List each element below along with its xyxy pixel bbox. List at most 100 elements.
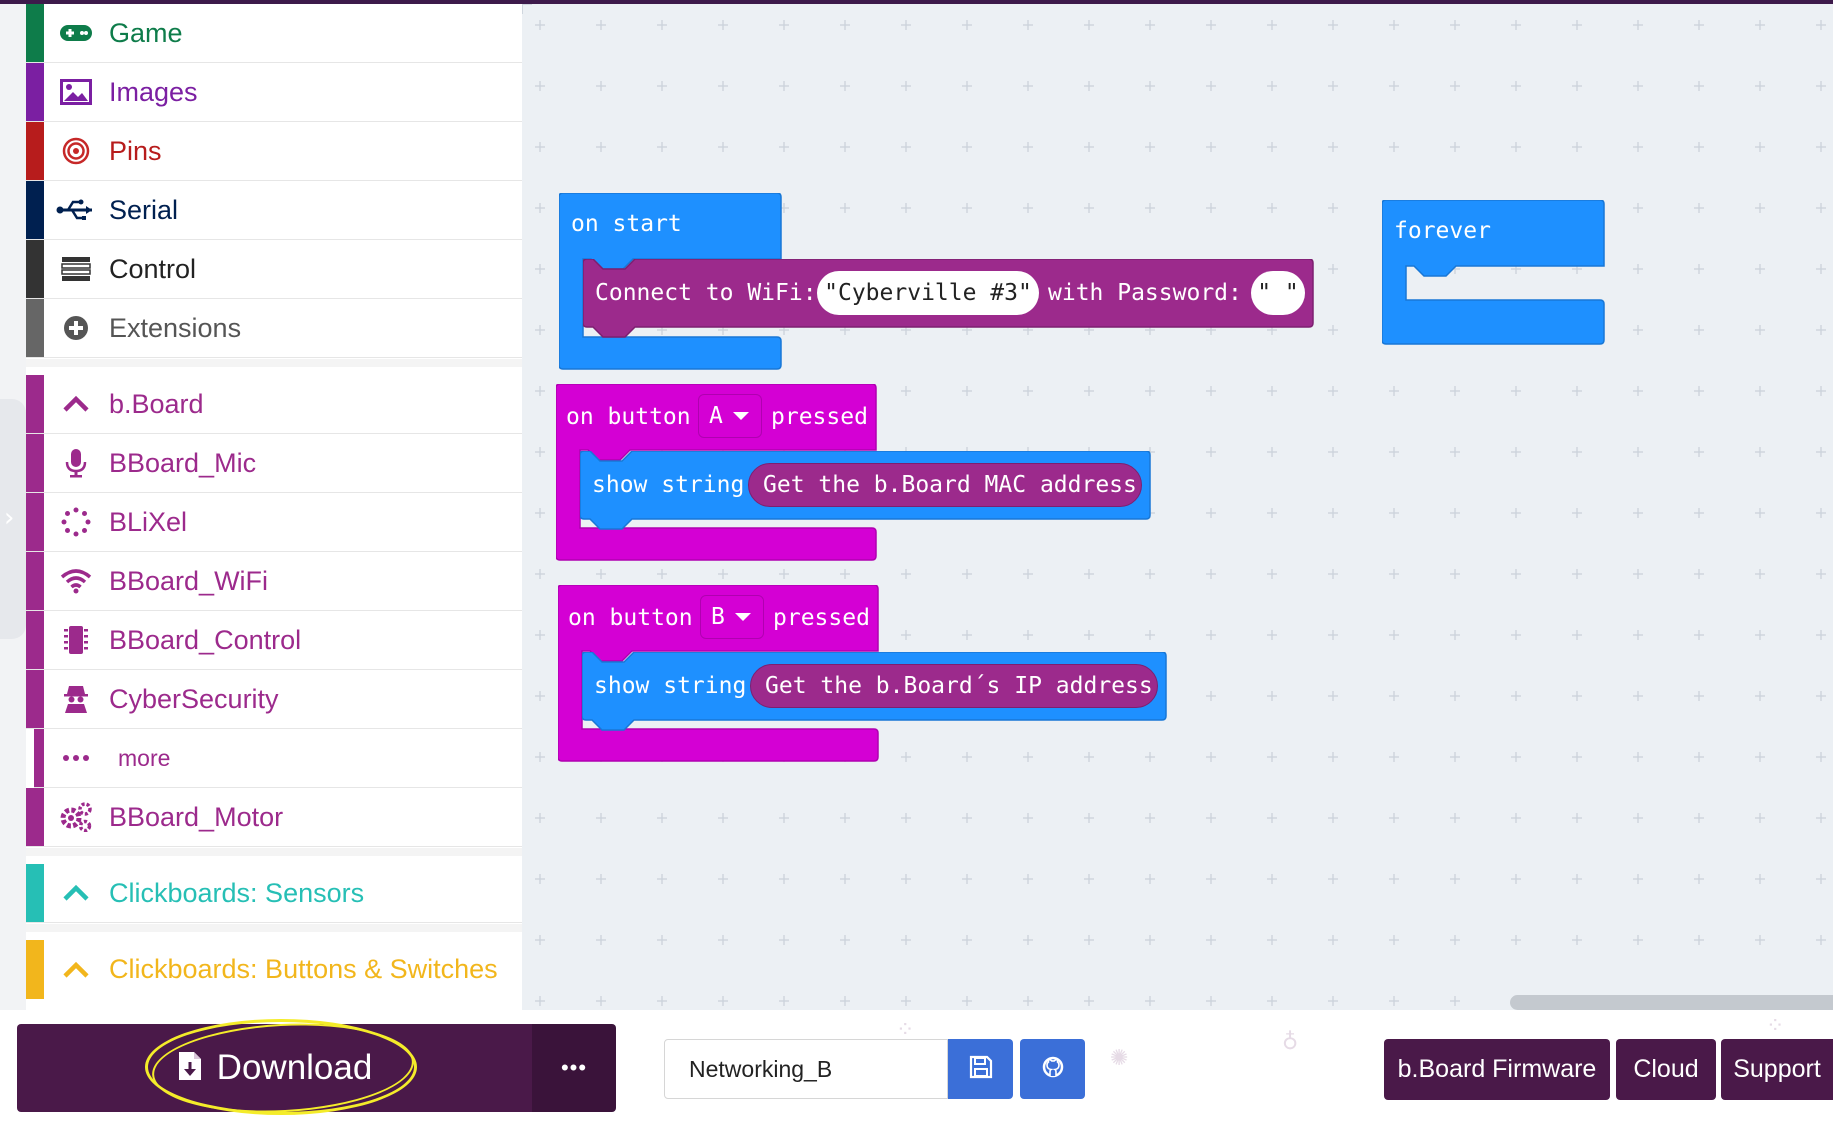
bboard-firmware-button[interactable]: b.Board Firmware xyxy=(1384,1039,1610,1100)
support-button[interactable]: Support xyxy=(1721,1039,1833,1100)
on-button-label: on button xyxy=(566,404,691,430)
on-start-label: on start xyxy=(571,211,682,237)
ring-dots-icon xyxy=(56,493,96,551)
github-button[interactable] xyxy=(1020,1039,1085,1099)
category-color-bar xyxy=(26,940,44,999)
simulator-toggle-tab[interactable]: › xyxy=(0,399,26,639)
chevron-up-icon xyxy=(56,864,96,922)
toolbox-item-pins[interactable]: Pins xyxy=(26,122,522,181)
chevron-right-icon: › xyxy=(4,503,15,533)
ellipsis-icon: ••• xyxy=(560,1055,588,1080)
toolbox-label: CyberSecurity xyxy=(109,683,279,714)
toolbox-label: Extensions xyxy=(109,312,242,343)
toolbox-item-bboard-motor[interactable]: BBoard_Motor xyxy=(26,788,522,847)
password-value: " " xyxy=(1257,280,1299,306)
connect-wifi-label: Connect to WiFi: xyxy=(595,280,817,306)
toolbox-label: BBoard_WiFi xyxy=(109,565,269,596)
download-button[interactable]: Download xyxy=(17,1024,532,1112)
toolbox-label: Clickboards: Buttons & Switches xyxy=(109,954,498,984)
blocks-workspace[interactable]: on start Connect to WiFi: "Cyberville #3… xyxy=(522,4,1833,1010)
download-more-button[interactable]: ••• xyxy=(532,1024,616,1112)
horizontal-scrollbar[interactable] xyxy=(1510,995,1833,1010)
ssid-value: "Cyberville #3" xyxy=(824,280,1032,306)
password-input[interactable]: " " xyxy=(1251,271,1305,315)
cloud-button[interactable]: Cloud xyxy=(1616,1039,1716,1100)
button-b-dropdown[interactable]: B xyxy=(700,595,764,639)
toolbox-item-serial[interactable]: Serial xyxy=(26,181,522,240)
toolbox-label: Clickboards: Sensors xyxy=(109,877,365,908)
category-color-bar xyxy=(26,611,44,669)
toolbox-item-bboard-wifi[interactable]: BBoard_WiFi xyxy=(26,552,522,611)
usb-icon xyxy=(56,181,96,239)
ip-address-text: Get the b.Board´s IP address xyxy=(765,673,1153,699)
pressed-label: pressed xyxy=(773,605,870,631)
with-password-label: with Password: xyxy=(1048,280,1242,306)
target-icon xyxy=(56,122,96,180)
ip-address-reporter[interactable]: Get the b.Board´s IP address xyxy=(750,664,1158,708)
toolbox-item-clickboards-sensors[interactable]: Clickboards: Sensors xyxy=(26,864,522,923)
toolbox-item-bboard[interactable]: b.Board xyxy=(26,375,522,434)
category-color-bar xyxy=(26,122,44,180)
category-color-bar xyxy=(26,181,44,239)
category-color-bar xyxy=(26,670,44,728)
toolbox-label: Serial xyxy=(109,194,179,225)
ellipsis-icon xyxy=(56,729,96,787)
toolbox-item-blixel[interactable]: BLiXel xyxy=(26,493,522,552)
category-color-bar xyxy=(26,552,44,610)
ssid-input[interactable]: "Cyberville #3" xyxy=(817,271,1039,315)
save-button[interactable] xyxy=(948,1039,1013,1099)
toolbox-label: b.Board xyxy=(109,388,204,419)
wifi-icon xyxy=(56,552,96,610)
caret-down-icon xyxy=(732,412,749,420)
show-string-label: show string xyxy=(592,472,745,498)
microphone-icon xyxy=(56,434,96,492)
toolbox-item-bboard-control[interactable]: BBoard_Control xyxy=(26,611,522,670)
bboard-firmware-label: b.Board Firmware xyxy=(1397,1055,1597,1083)
category-color-bar xyxy=(26,240,44,298)
toolbox-item-extensions[interactable]: Extensions xyxy=(26,299,522,358)
gears-icon xyxy=(56,788,96,846)
spy-icon xyxy=(56,670,96,728)
category-color-bar xyxy=(26,63,44,121)
show-string-label: show string xyxy=(594,673,747,699)
toolbox-item-cybersecurity[interactable]: CyberSecurity xyxy=(26,670,522,729)
toolbox-label: Pins xyxy=(109,135,162,166)
makecode-editor: › Game Images Pins Serial Control Extens… xyxy=(0,0,1833,1124)
toolbox-label: BLiXel xyxy=(109,506,188,537)
category-color-bar xyxy=(26,434,44,492)
decoration-sun-icon: ✺ xyxy=(1110,1046,1129,1071)
floppy-disk-icon xyxy=(969,1055,993,1084)
left-gutter: › xyxy=(0,4,26,1014)
toolbox-item-bboard-mic[interactable]: BBoard_Mic xyxy=(26,434,522,493)
toolbox-label: BBoard_Control xyxy=(109,624,302,655)
mac-address-text: Get the b.Board MAC address xyxy=(763,472,1137,498)
toolbox-item-game[interactable]: Game xyxy=(26,4,522,63)
button-a-dropdown[interactable]: A xyxy=(698,394,762,438)
cloud-label: Cloud xyxy=(1633,1055,1699,1083)
category-color-bar xyxy=(26,375,44,433)
category-color-bar xyxy=(26,493,44,551)
toolbox-item-more[interactable]: more xyxy=(34,729,522,788)
toolbox-label: BBoard_Mic xyxy=(109,447,257,478)
image-icon xyxy=(56,63,96,121)
category-color-bar xyxy=(26,4,44,62)
button-b-value: B xyxy=(711,604,725,630)
download-icon xyxy=(177,1050,203,1087)
toolbox-separator xyxy=(26,359,522,367)
toolbox-item-control[interactable]: Control xyxy=(26,240,522,299)
download-label: Download xyxy=(216,1048,373,1087)
category-color-bar xyxy=(26,788,44,846)
toolbox-separator xyxy=(26,848,522,856)
toolbox-label: BBoard_Motor xyxy=(109,801,284,832)
button-a-value: A xyxy=(709,403,723,429)
plus-circle-icon xyxy=(56,299,96,357)
toolbox-item-images[interactable]: Images xyxy=(26,63,522,122)
toolbox-item-clickboards-buttons[interactable]: Clickboards: Buttons & Switches xyxy=(26,940,522,999)
list-icon xyxy=(56,240,96,298)
support-label: Support xyxy=(1733,1055,1821,1083)
project-name-input[interactable] xyxy=(664,1039,948,1099)
github-icon xyxy=(1041,1055,1065,1084)
toolbox-label: Images xyxy=(109,76,198,107)
mac-address-reporter[interactable]: Get the b.Board MAC address xyxy=(748,463,1142,507)
category-color-bar xyxy=(26,299,44,357)
